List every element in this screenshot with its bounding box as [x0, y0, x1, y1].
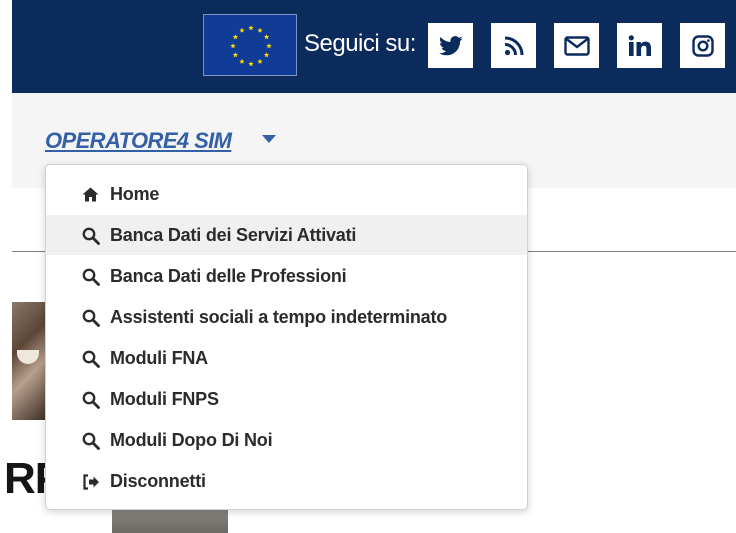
search-icon — [81, 349, 100, 368]
menu-item-banca-dati-professioni[interactable]: Banca Dati delle Professioni — [46, 256, 527, 296]
eu-star — [263, 52, 270, 58]
menu-item-label: Disconnetti — [110, 471, 206, 491]
menu-item-label: Banca Dati delle Professioni — [110, 266, 347, 286]
menu-item-assistenti-sociali[interactable]: Assistenti sociali a tempo indeterminato — [46, 297, 527, 337]
rss-button[interactable] — [491, 23, 536, 68]
eu-star — [257, 58, 263, 64]
user-menu-toggle[interactable]: OPERATORE4 SIM — [45, 126, 232, 156]
user-dropdown-menu: Home Banca Dati dei Servizi Attivati Ban… — [45, 164, 528, 510]
menu-item-label: Moduli Dopo Di Noi — [110, 430, 273, 450]
eu-star — [266, 43, 272, 49]
menu-item-home[interactable]: Home — [46, 174, 527, 214]
instagram-icon — [691, 34, 714, 57]
eu-star — [239, 58, 245, 64]
search-icon — [81, 431, 100, 450]
instagram-button[interactable] — [680, 23, 725, 68]
eu-star — [263, 34, 270, 40]
eu-star — [232, 52, 239, 58]
sign-out-icon — [81, 472, 100, 491]
menu-item-label: Moduli FNA — [110, 348, 208, 368]
eu-star — [257, 27, 263, 33]
follow-us-label: Seguici su: — [304, 30, 416, 57]
menu-item-banca-dati-servizi[interactable]: Banca Dati dei Servizi Attivati — [46, 215, 527, 255]
menu-item-moduli-fna[interactable]: Moduli FNA — [46, 338, 527, 378]
menu-item-label: Assistenti sociali a tempo indeterminato — [110, 307, 448, 327]
menu-item-label: Moduli FNPS — [110, 389, 219, 409]
menu-item-label: Home — [110, 184, 160, 204]
eu-star — [230, 43, 236, 49]
search-icon — [81, 308, 100, 327]
menu-item-disconnetti[interactable]: Disconnetti — [46, 461, 527, 501]
search-icon — [81, 226, 100, 245]
eu-star — [239, 27, 245, 33]
twitter-icon — [438, 35, 462, 55]
site-header: Seguici su: — [12, 0, 736, 93]
menu-item-moduli-dopo-di-noi[interactable]: Moduli Dopo Di Noi — [46, 420, 527, 460]
search-icon — [81, 267, 100, 286]
linkedin-icon — [628, 34, 651, 56]
menu-item-label: Banca Dati dei Servizi Attivati — [110, 225, 357, 245]
search-icon — [81, 390, 100, 409]
news-photo[interactable] — [12, 302, 46, 420]
twitter-button[interactable] — [428, 23, 473, 68]
eu-star — [232, 34, 239, 40]
eu-flag-icon — [203, 14, 297, 76]
linkedin-button[interactable] — [617, 23, 662, 68]
mail-icon — [563, 35, 590, 56]
eu-star — [248, 25, 254, 31]
caret-down-icon[interactable] — [262, 135, 276, 143]
home-icon — [81, 185, 100, 204]
menu-item-moduli-fnps[interactable]: Moduli FNPS — [46, 379, 527, 419]
rss-icon — [504, 36, 523, 55]
eu-star — [248, 61, 254, 67]
email-button[interactable] — [554, 23, 599, 68]
